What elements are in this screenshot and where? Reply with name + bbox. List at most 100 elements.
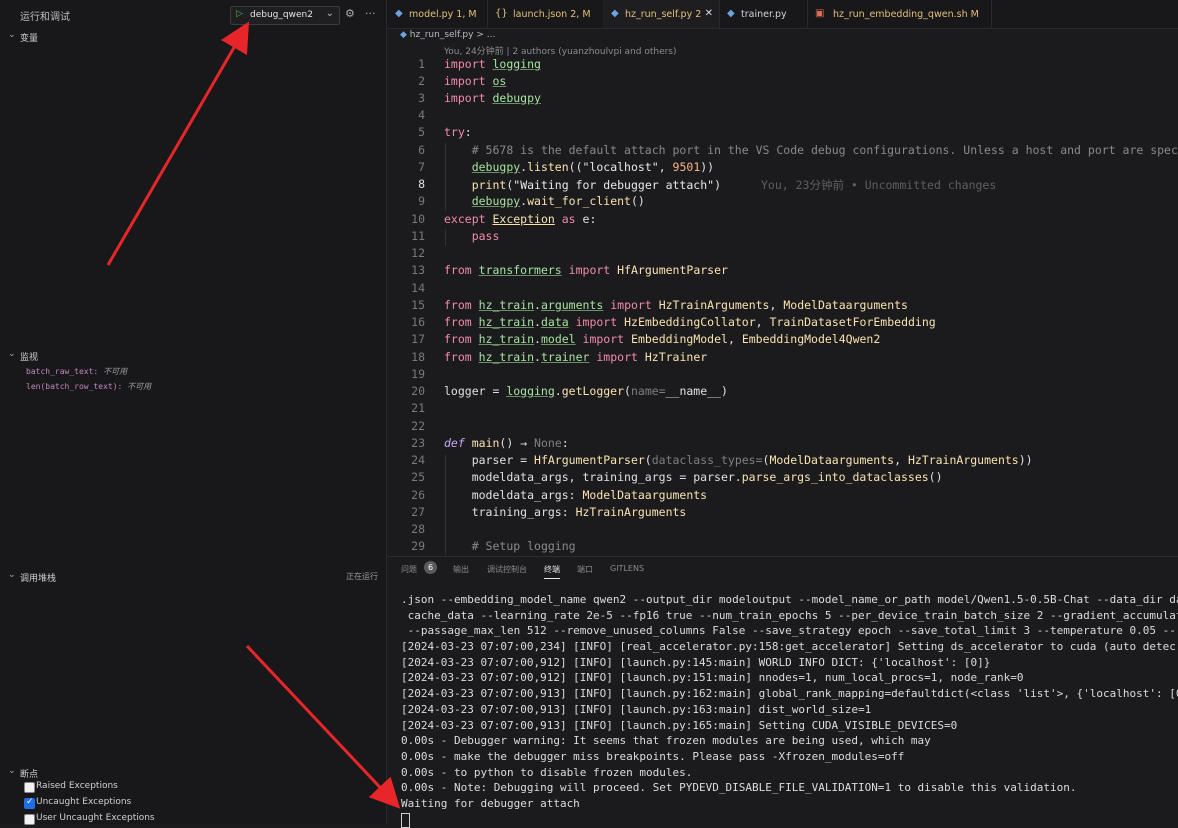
code-editor[interactable]: 1 import logging 2 import os 3 import debug… xyxy=(387,57,1178,554)
terminal-line: 0.00s - make the debugger miss breakpoin… xyxy=(401,749,905,763)
terminal-line: 0.00s - Note: Debugging will proceed. Se… xyxy=(401,781,1077,795)
json-file-icon: {} xyxy=(495,8,508,19)
code-line: 13 from transformers import HfArgumentPar… xyxy=(411,263,728,277)
run-debug-header: 运行和调试 ▷ debug_qwen2 ⌄ ⚙ ··· xyxy=(0,0,386,28)
code-line: 6 # 5678 is the default attach port in t… xyxy=(418,143,1178,157)
code-line: 9 debugpy.wait_for_client() xyxy=(418,194,645,208)
tab-problems[interactable]: 问题 xyxy=(401,564,417,575)
breadcrumb-path: hz_run_self.py > ... xyxy=(409,30,496,40)
checkbox-checked[interactable] xyxy=(24,797,35,809)
terminal-prompt[interactable] xyxy=(401,812,1178,828)
tab-launch-json[interactable]: {} launch.json 2, M xyxy=(487,0,604,28)
terminal-line: [2024-03-23 07:07:00,234] [INFO] [real_a… xyxy=(401,640,1176,654)
chevron-down-icon: ⌄ xyxy=(8,766,16,776)
checkbox[interactable] xyxy=(24,782,35,793)
tab-debug-console[interactable]: 调试控制台 xyxy=(487,564,527,575)
terminal-line: Waiting for debugger attach xyxy=(401,796,580,810)
chevron-down-icon: ⌄ xyxy=(8,349,16,359)
terminal-line: .json --embedding_model_name qwen2 --out… xyxy=(401,593,1178,606)
code-line: 29 # Setup logging xyxy=(411,539,576,553)
watch-label: 监视 xyxy=(20,353,39,363)
terminal-line: [2024-03-23 07:07:00,913] [INFO] [launch… xyxy=(401,702,872,716)
debug-config-select[interactable]: ▷ debug_qwen2 ⌄ xyxy=(230,6,340,25)
tab-label: model.py 1, M xyxy=(409,9,477,20)
start-debugging-icon[interactable]: ▷ xyxy=(236,9,243,19)
callstack-status: 正在运行 xyxy=(346,572,378,581)
tab-trainer-py[interactable]: ◆ trainer.py xyxy=(719,0,808,28)
code-line: 24 parser = HfArgumentParser(dataclass_t… xyxy=(411,453,1033,467)
breakpoints-section-header[interactable]: ⌄ 断点 xyxy=(0,764,386,780)
tab-terminal[interactable]: 终端 xyxy=(544,564,560,579)
tab-model-py[interactable]: ◆ model.py 1, M xyxy=(387,0,488,28)
chevron-down-icon[interactable]: ⌄ xyxy=(326,8,334,19)
tab-label: hz_run_embedding_qwen.sh M xyxy=(833,9,979,20)
terminal-line: [2024-03-23 07:07:00,913] [INFO] [launch… xyxy=(401,687,1178,701)
chevron-down-icon: ⌄ xyxy=(8,30,16,40)
tab-gitlens[interactable]: GITLENS xyxy=(610,564,644,573)
close-icon[interactable]: ✕ xyxy=(705,8,713,19)
code-line: 26 modeldata_args: ModelDataarguments xyxy=(411,488,708,502)
code-line: 1 import logging xyxy=(418,57,541,71)
variables-section-header[interactable]: ⌄ 变量 xyxy=(0,28,386,44)
code-line: 23 def main() → None: xyxy=(411,436,569,450)
watch-item[interactable]: len(batch_row_text): 不可用 xyxy=(26,381,151,392)
breakpoint-label: Raised Exceptions xyxy=(36,781,118,791)
code-line-current: 8 print("Waiting for debugger attach") Yo… xyxy=(418,177,997,192)
code-line: 16 from hz_train.data import HzEmbeddingC… xyxy=(411,315,936,329)
variables-label: 变量 xyxy=(20,34,39,44)
watch-value: 不可用 xyxy=(127,382,152,391)
terminal-line: [2024-03-23 07:07:00,912] [INFO] [launch… xyxy=(401,655,991,669)
python-file-icon: ◆ xyxy=(727,8,735,19)
shell-file-icon: ▣ xyxy=(815,8,825,19)
more-actions-icon[interactable]: ··· xyxy=(365,7,376,20)
code-line: 19 xyxy=(411,367,425,381)
tab-output[interactable]: 输出 xyxy=(453,564,469,575)
tab-label: trainer.py xyxy=(741,9,787,20)
tab-label: hz_run_self.py 2 xyxy=(625,9,702,20)
code-line: 7 debugpy.listen(("localhost", 9501)) xyxy=(418,160,715,174)
debug-sidebar: 运行和调试 ▷ debug_qwen2 ⌄ ⚙ ··· ⌄ 变量 ⌄ 监视 ba… xyxy=(0,0,387,825)
code-line: 2 import os xyxy=(418,74,507,88)
code-line: 4 xyxy=(418,108,425,122)
gear-icon[interactable]: ⚙ xyxy=(345,7,355,20)
code-line: 25 modeldata_args, training_args = parse… xyxy=(411,470,943,484)
breakpoint-label: Uncaught Exceptions xyxy=(36,797,132,807)
inline-blame: You, 23分钟前 • Uncommitted changes xyxy=(761,178,997,192)
code-line: 11 pass xyxy=(411,229,500,243)
python-file-icon: ◆ xyxy=(400,30,407,40)
code-line: 12 xyxy=(411,246,425,260)
code-line: 21 xyxy=(411,401,425,415)
callstack-section-header[interactable]: ⌄ 调用堆栈 正在运行 xyxy=(0,568,386,584)
breadcrumb[interactable]: ◆ hz_run_self.py > ... xyxy=(400,30,495,40)
python-file-icon: ◆ xyxy=(611,8,619,19)
terminal-output[interactable]: .json --embedding_model_name qwen2 --out… xyxy=(401,593,1178,828)
tab-ports[interactable]: 端口 xyxy=(577,564,593,575)
breakpoints-label: 断点 xyxy=(20,770,39,780)
callstack-label: 调用堆栈 xyxy=(20,574,57,584)
terminal-line: cache_data --learning_rate 2e-5 --fp16 t… xyxy=(401,608,1178,622)
tab-hz-run-self-py[interactable]: ◆ hz_run_self.py 2 ✕ xyxy=(603,0,720,28)
run-debug-title: 运行和调试 xyxy=(20,12,70,23)
watch-section-header[interactable]: ⌄ 监视 xyxy=(0,347,386,363)
tab-hz-run-embedding-qwen-sh[interactable]: ▣ hz_run_embedding_qwen.sh M xyxy=(807,0,992,28)
debug-config-name: debug_qwen2 xyxy=(250,10,313,20)
checkbox[interactable] xyxy=(24,814,35,825)
code-line: 5 try: xyxy=(418,125,472,139)
terminal-line: 0.00s - Debugger warning: It seems that … xyxy=(401,734,931,748)
terminal-line: --passage_max_len 512 --remove_unused_co… xyxy=(401,624,1176,638)
terminal-cursor xyxy=(401,812,410,828)
watch-expression: len(batch_row_text): xyxy=(26,382,123,391)
breakpoint-label: User Uncaught Exceptions xyxy=(36,813,155,823)
watch-item[interactable]: batch_raw_text: 不可用 xyxy=(26,366,127,377)
code-line: 27 training_args: HzTrainArguments xyxy=(411,505,687,519)
editor-tab-bar: ◆ model.py 1, M {} launch.json 2, M ◆ hz… xyxy=(387,0,1178,29)
code-line: 14 xyxy=(411,281,425,295)
code-line: 15 from hz_train.arguments import HzTrain… xyxy=(411,298,908,312)
watch-expression: batch_raw_text: xyxy=(26,367,99,376)
code-line: 17 from hz_train.model import EmbeddingMo… xyxy=(411,332,881,346)
problems-count-badge: 6 xyxy=(424,561,437,574)
chevron-down-icon: ⌄ xyxy=(8,570,16,580)
code-line: 28 xyxy=(411,522,425,536)
gitlens-blame-header[interactable]: You, 24分钟前 | 2 authors (yuanzhoulvpi and… xyxy=(444,44,677,57)
bottom-panel: 问题 6 输出 调试控制台 终端 端口 GITLENS .json --embe… xyxy=(387,556,1178,828)
